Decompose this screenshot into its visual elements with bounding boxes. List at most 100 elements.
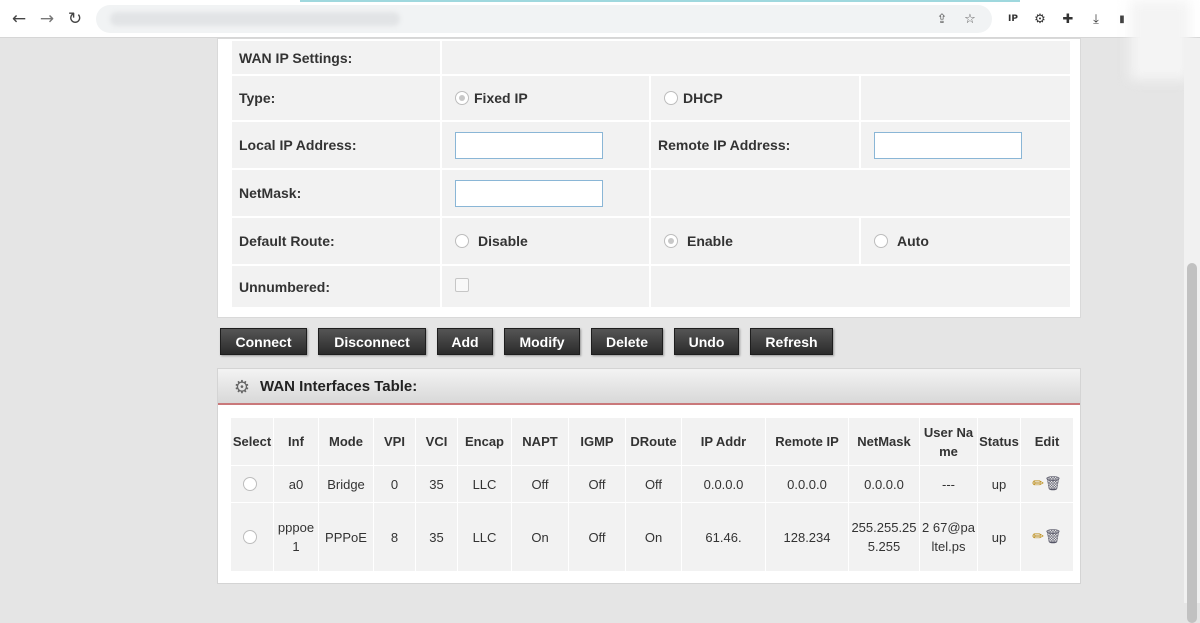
col-droute: DRoute	[626, 418, 681, 465]
col-edit: Edit	[1021, 418, 1073, 465]
fixed-ip-radio[interactable]	[455, 91, 469, 105]
wan-ip-settings-panel: WAN IP Settings: Type: Fixed IP DHCP Loc…	[217, 38, 1081, 318]
scrollbar-thumb[interactable]	[1187, 263, 1197, 623]
delete-button[interactable]: Delete	[591, 328, 663, 355]
cell-droute: On	[626, 503, 681, 571]
route-enable-option[interactable]: Enable	[651, 218, 859, 264]
default-route-label: Default Route:	[232, 218, 440, 264]
col-vpi: VPI	[374, 418, 415, 465]
sidebar-icon[interactable]: ▮	[1112, 9, 1132, 29]
row-select-radio[interactable]	[242, 529, 257, 544]
wan-interfaces-box: ⚙ WAN Interfaces Table: Select Inf Mode …	[217, 368, 1081, 584]
add-button[interactable]: Add	[437, 328, 493, 355]
profile-redacted	[1130, 0, 1190, 80]
cell-user-name: 2 67@paltel.ps	[920, 503, 977, 571]
cell-napt: On	[512, 503, 568, 571]
col-ip-addr: IP Addr	[682, 418, 765, 465]
col-inf: Inf	[274, 418, 318, 465]
cell-netmask: 0.0.0.0	[849, 466, 919, 502]
cell-inf: a0	[274, 466, 318, 502]
table-row: a0 Bridge 0 35 LLC Off Off Off 0.0.0.0 0…	[231, 466, 1073, 502]
dhcp-radio[interactable]	[664, 91, 678, 105]
back-icon[interactable]: ←	[6, 6, 32, 32]
netmask-label: NetMask:	[232, 170, 440, 216]
unnumbered-checkbox[interactable]	[455, 278, 469, 292]
col-user-name: User Name	[920, 418, 977, 465]
local-ip-label: Local IP Address:	[232, 122, 440, 168]
cell-remote-ip: 128.234	[766, 503, 848, 571]
table-row: pppoe1 PPPoE 8 35 LLC On Off On 61.46. 1…	[231, 503, 1073, 571]
col-status: Status	[978, 418, 1020, 465]
col-mode: Mode	[319, 418, 373, 465]
browser-toolbar: ← → ↻ ⇪ ☆ IP ⚙ ✚ ⤓ ▮	[0, 0, 1200, 80]
col-netmask: NetMask	[849, 418, 919, 465]
bookmark-star-icon[interactable]: ☆	[960, 9, 980, 29]
route-enable-radio[interactable]	[664, 234, 678, 248]
ip-extension-icon[interactable]: IP	[1003, 9, 1023, 29]
cell-vpi: 0	[374, 466, 415, 502]
netmask-input[interactable]	[455, 179, 603, 207]
remote-ip-input[interactable]	[874, 131, 1022, 159]
cell-vpi: 8	[374, 503, 415, 571]
dhcp-option[interactable]: DHCP	[651, 76, 859, 120]
col-encap: Encap	[458, 418, 511, 465]
cell-encap: LLC	[458, 503, 511, 571]
pencil-icon[interactable]: ✏	[1032, 529, 1044, 545]
wan-interfaces-table: Select Inf Mode VPI VCI Encap NAPT IGMP …	[230, 417, 1074, 572]
wan-interfaces-title: WAN Interfaces Table:	[260, 378, 418, 395]
remote-ip-label: Remote IP Address:	[651, 122, 859, 168]
route-disable-label: Disable	[478, 233, 528, 249]
trash-icon[interactable]: 🗑	[1044, 529, 1062, 545]
route-disable-radio[interactable]	[455, 234, 469, 248]
reload-icon[interactable]: ↻	[62, 6, 88, 32]
col-igmp: IGMP	[569, 418, 625, 465]
col-napt: NAPT	[512, 418, 568, 465]
refresh-button[interactable]: Refresh	[750, 328, 833, 355]
modify-button[interactable]: Modify	[504, 328, 580, 355]
share-icon[interactable]: ⇪	[932, 9, 952, 29]
wan-interfaces-header: ⚙ WAN Interfaces Table:	[218, 369, 1080, 405]
cell-igmp: Off	[569, 503, 625, 571]
dhcp-label: DHCP	[683, 90, 723, 106]
cell-igmp: Off	[569, 466, 625, 502]
unnumbered-label: Unnumbered:	[232, 266, 440, 307]
cell-ip-addr: 0.0.0.0	[682, 466, 765, 502]
connect-button[interactable]: Connect	[220, 328, 307, 355]
cell-mode: PPPoE	[319, 503, 373, 571]
tab-accent	[300, 0, 1020, 2]
address-bar[interactable]: ⇪ ☆	[96, 5, 992, 33]
url-redacted	[110, 12, 400, 26]
type-label: Type:	[232, 76, 440, 120]
settings-extension-icon[interactable]: ⚙	[1030, 9, 1050, 29]
wan-ip-settings-table: WAN IP Settings: Type: Fixed IP DHCP Loc…	[230, 39, 1073, 309]
cell-mode: Bridge	[319, 466, 373, 502]
cell-napt: Off	[512, 466, 568, 502]
route-disable-option[interactable]: Disable	[442, 218, 649, 264]
row-select-radio[interactable]	[242, 476, 257, 491]
route-enable-label: Enable	[687, 233, 733, 249]
cell-vci: 35	[416, 466, 457, 502]
cell-inf: pppoe1	[274, 503, 318, 571]
local-ip-input[interactable]	[455, 131, 603, 159]
trash-icon[interactable]: 🗑	[1044, 476, 1062, 492]
forward-icon[interactable]: →	[34, 6, 60, 32]
fixed-ip-option[interactable]: Fixed IP	[442, 76, 649, 120]
disconnect-button[interactable]: Disconnect	[318, 328, 426, 355]
extensions-puzzle-icon[interactable]: ✚	[1058, 9, 1078, 29]
pencil-icon[interactable]: ✏	[1032, 476, 1044, 492]
page-scrollbar[interactable]	[1184, 38, 1200, 623]
gear-icon: ⚙	[233, 376, 251, 398]
cell-encap: LLC	[458, 466, 511, 502]
cell-ip-addr: 61.46.	[682, 503, 765, 571]
download-icon[interactable]: ⤓	[1086, 9, 1106, 29]
col-select: Select	[231, 418, 273, 465]
cell-status: up	[978, 466, 1020, 502]
cell-netmask: 255.255.255.255	[849, 503, 919, 571]
route-auto-option[interactable]: Auto	[861, 218, 1071, 264]
fixed-ip-label: Fixed IP	[474, 90, 528, 106]
cell-status: up	[978, 503, 1020, 571]
col-vci: VCI	[416, 418, 457, 465]
cell-user-name: ---	[920, 466, 977, 502]
route-auto-radio[interactable]	[874, 234, 888, 248]
undo-button[interactable]: Undo	[674, 328, 739, 355]
